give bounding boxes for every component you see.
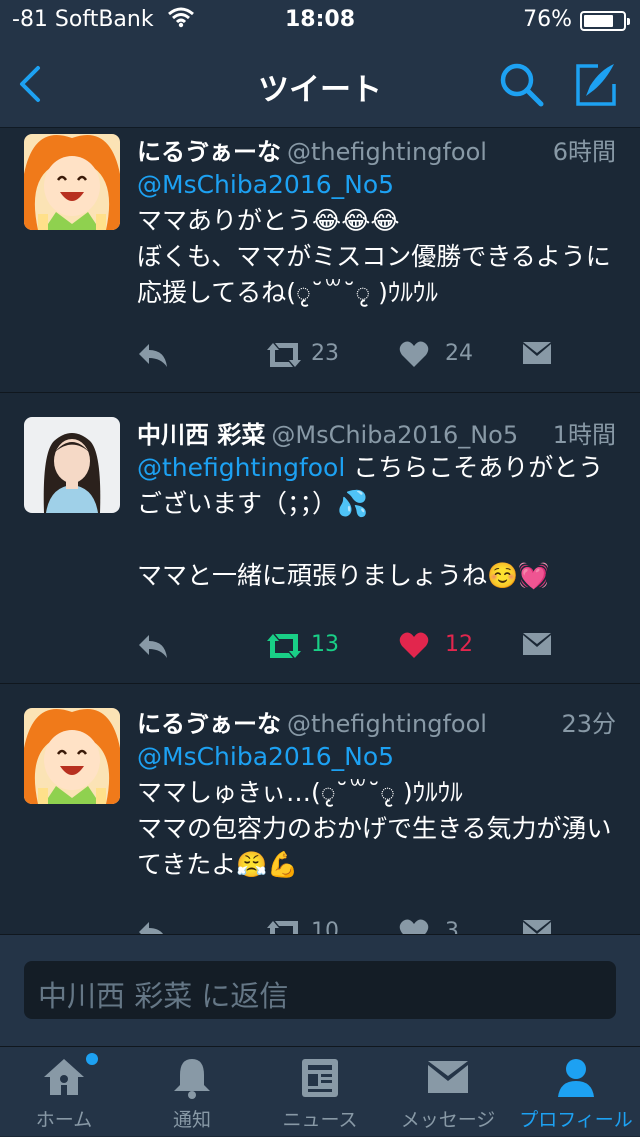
search-icon[interactable] <box>497 60 547 110</box>
tab-notifications[interactable]: 通知 <box>128 1047 256 1137</box>
like-count: 12 <box>445 632 473 657</box>
home-icon <box>44 1059 84 1095</box>
battery-icon <box>580 11 630 31</box>
display-name[interactable]: 中川西 彩菜 <box>137 421 265 449</box>
display-name[interactable]: にるゔぁーな <box>137 710 281 738</box>
tab-profile[interactable]: プロフィール <box>512 1047 640 1137</box>
tab-label: ホーム <box>35 1109 93 1131</box>
tab-label: プロフィール <box>519 1109 633 1131</box>
tweet-actions: 13 12 <box>137 629 567 663</box>
tweet-time: 23分 <box>561 710 616 738</box>
notification-dot <box>86 1053 98 1065</box>
tweet-text: @MsChiba2016_No5 ママありがとう😂😂😂 ぼくも、ママがミスコン優… <box>137 167 623 311</box>
mention-link[interactable]: @MsChiba2016_No5 <box>137 170 394 199</box>
heart-icon <box>399 341 429 367</box>
bell-icon <box>174 1059 210 1099</box>
heart-icon <box>399 632 429 658</box>
envelope-icon <box>523 920 551 934</box>
tweet-actions: 23 24 <box>137 338 567 372</box>
tweet-body: ママしゅきぃ…(ृ˘꒳˘ृ )ｳﾙｳﾙ ママの包容力のおかげで生きる気力が湧いて… <box>137 778 612 879</box>
reply-icon <box>139 922 163 934</box>
tweet-actions: 10 3 <box>137 916 567 934</box>
tab-messages[interactable]: メッセージ <box>384 1047 512 1137</box>
retweet-icon <box>267 634 301 658</box>
status-bar: -81 SoftBank 18:08 76% <box>0 0 640 40</box>
retweet-icon <box>267 343 301 367</box>
tweet-text: @thefightingfool こちらこそありがとうございます（；；）💦 ママ… <box>137 450 623 594</box>
tab-label: 通知 <box>172 1109 211 1131</box>
tweet-body: ママありがとう😂😂😂 ぼくも、ママがミスコン優勝できるように応援してるね(ृ˘꒳… <box>137 206 611 307</box>
display-name[interactable]: にるゔぁーな <box>137 138 281 166</box>
avatar[interactable] <box>24 134 120 230</box>
retweet-icon <box>267 921 298 934</box>
mention-link[interactable]: @MsChiba2016_No5 <box>137 742 394 771</box>
tab-news[interactable]: ニュース <box>256 1047 384 1137</box>
tweet[interactable]: にるゔぁーな @thefightingfool 6時間 @MsChiba2016_… <box>0 128 640 393</box>
tweet-time: 6時間 <box>552 138 616 166</box>
reply-icon <box>139 344 167 367</box>
tab-bar: ホーム 通知 ニュース メッセージ プロフィール <box>0 1046 640 1136</box>
user-handle[interactable]: @MsChiba2016_No5 <box>271 421 518 449</box>
avatar[interactable] <box>24 708 120 804</box>
tweet-header: にるゔぁーな @thefightingfool 6時間 <box>137 132 616 166</box>
user-handle[interactable]: @thefightingfool <box>287 710 487 738</box>
tweet-header: 中川西 彩菜 @MsChiba2016_No5 1時間 <box>137 415 616 449</box>
tweet-header: にるゔぁーな @thefightingfool 23分 <box>137 704 616 738</box>
profile-icon <box>558 1059 594 1097</box>
tweet-time: 1時間 <box>552 421 616 449</box>
retweet-count: 13 <box>311 632 339 657</box>
tab-label: メッセージ <box>400 1109 496 1131</box>
user-handle[interactable]: @thefightingfool <box>287 138 487 166</box>
envelope-icon <box>428 1061 468 1093</box>
tab-home[interactable]: ホーム <box>0 1047 128 1137</box>
tab-label: ニュース <box>282 1109 358 1131</box>
heart-icon <box>399 919 429 934</box>
retweet-count: 23 <box>311 341 339 366</box>
reply-icon <box>139 635 167 658</box>
compose-icon[interactable] <box>570 60 620 110</box>
like-count: 24 <box>445 341 473 366</box>
mention-link[interactable]: @thefightingfool <box>137 453 345 482</box>
retweet-count: 10 <box>311 919 339 934</box>
tweet[interactable]: にるゔぁーな @thefightingfool 23分 @MsChiba2016_… <box>0 684 640 934</box>
tweet[interactable]: 中川西 彩菜 @MsChiba2016_No5 1時間 @thefightingf… <box>0 393 640 684</box>
envelope-icon <box>523 633 551 655</box>
avatar[interactable] <box>24 417 120 513</box>
nav-bar: ツイート <box>0 40 640 128</box>
reply-input[interactable]: 中川西 彩菜 に返信 <box>24 961 616 1019</box>
news-icon <box>302 1059 338 1097</box>
tweet-timeline[interactable]: にるゔぁーな @thefightingfool 6時間 @MsChiba2016_… <box>0 128 640 934</box>
reply-bar: 中川西 彩菜 に返信 <box>0 934 640 1046</box>
battery-percent: 76% <box>523 7 572 32</box>
tweet-text: @MsChiba2016_No5 ママしゅきぃ…(ृ˘꒳˘ृ )ｳﾙｳﾙ ママの… <box>137 739 623 883</box>
envelope-icon <box>523 342 551 364</box>
like-count: 3 <box>445 919 459 934</box>
